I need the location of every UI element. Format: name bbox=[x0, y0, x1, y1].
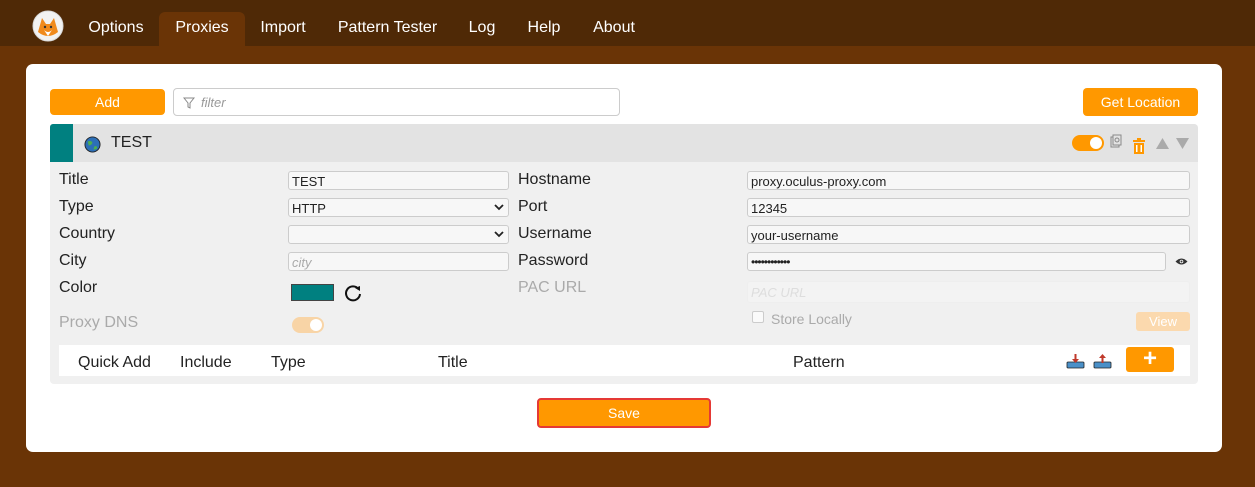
hostname-label: Hostname bbox=[518, 171, 591, 188]
store-locally-label: Store Locally bbox=[771, 311, 852, 327]
type-select[interactable]: HTTP bbox=[288, 198, 509, 217]
type-label: Type bbox=[59, 198, 94, 215]
column-title: Title bbox=[438, 354, 468, 371]
filter-placeholder: filter bbox=[201, 95, 226, 110]
filter-icon bbox=[183, 97, 195, 109]
proxy-header[interactable]: TEST bbox=[50, 124, 1198, 162]
tab-about[interactable]: About bbox=[584, 12, 644, 46]
tab-log[interactable]: Log bbox=[460, 12, 504, 46]
move-up-icon[interactable] bbox=[1156, 138, 1169, 149]
refresh-icon[interactable] bbox=[343, 284, 363, 303]
get-location-button[interactable]: Get Location bbox=[1083, 88, 1198, 116]
save-button[interactable]: Save bbox=[537, 398, 711, 428]
duplicate-icon[interactable] bbox=[1110, 134, 1122, 148]
city-label: City bbox=[59, 252, 87, 269]
proxy-title: TEST bbox=[111, 134, 152, 151]
tab-import[interactable]: Import bbox=[251, 12, 315, 46]
view-button[interactable]: View bbox=[1136, 312, 1190, 331]
delete-icon[interactable] bbox=[1132, 138, 1146, 155]
color-label: Color bbox=[59, 279, 98, 296]
add-button[interactable]: Add bbox=[50, 89, 165, 115]
column-pattern: Pattern bbox=[793, 354, 845, 371]
show-password-icon[interactable] bbox=[1175, 257, 1188, 266]
tab-options[interactable]: Options bbox=[79, 12, 153, 46]
add-rule-button[interactable]: + bbox=[1126, 347, 1174, 372]
password-field[interactable]: •••••••••••• bbox=[747, 252, 1166, 271]
pac-url-label: PAC URL bbox=[518, 279, 587, 296]
proxy-dns-label: Proxy DNS bbox=[59, 314, 139, 331]
export-rules-icon[interactable] bbox=[1093, 353, 1112, 369]
top-nav: Options Proxies Import Pattern Tester Lo… bbox=[0, 0, 1255, 46]
column-include: Include bbox=[180, 354, 232, 371]
tab-pattern-tester[interactable]: Pattern Tester bbox=[329, 12, 446, 46]
filter-input[interactable]: filter bbox=[173, 88, 620, 116]
tab-help[interactable]: Help bbox=[518, 12, 570, 46]
port-field[interactable]: 12345 bbox=[747, 198, 1190, 217]
column-quick-add: Quick Add bbox=[78, 354, 151, 371]
country-label: Country bbox=[59, 225, 116, 242]
password-label: Password bbox=[518, 252, 589, 269]
move-down-icon[interactable] bbox=[1176, 138, 1189, 149]
proxy-enabled-toggle[interactable] bbox=[1072, 135, 1104, 151]
globe-icon bbox=[84, 136, 101, 153]
port-label: Port bbox=[518, 198, 548, 215]
store-locally-checkbox[interactable] bbox=[752, 311, 764, 323]
country-select[interactable] bbox=[288, 225, 509, 244]
color-picker[interactable] bbox=[291, 284, 334, 301]
title-label: Title bbox=[59, 171, 89, 188]
proxy-color-strip bbox=[50, 124, 73, 162]
chevron-down-icon bbox=[494, 204, 504, 211]
import-rules-icon[interactable] bbox=[1066, 353, 1085, 369]
tab-proxies[interactable]: Proxies bbox=[159, 12, 245, 46]
foxyproxy-logo-icon[interactable] bbox=[32, 10, 64, 42]
type-select-value: HTTP bbox=[292, 201, 326, 216]
rules-table-header: Quick Add Include Type Title Pattern + bbox=[59, 345, 1190, 376]
pac-url-field[interactable]: PAC URL bbox=[747, 281, 1190, 303]
city-field[interactable]: city bbox=[288, 252, 509, 271]
hostname-field[interactable]: proxy.oculus-proxy.com bbox=[747, 171, 1190, 190]
title-field[interactable]: TEST bbox=[288, 171, 509, 190]
username-label: Username bbox=[518, 225, 592, 242]
username-field[interactable]: your-username bbox=[747, 225, 1190, 244]
chevron-down-icon bbox=[494, 231, 504, 238]
column-type: Type bbox=[271, 354, 306, 371]
proxy-dns-toggle[interactable] bbox=[292, 317, 324, 333]
